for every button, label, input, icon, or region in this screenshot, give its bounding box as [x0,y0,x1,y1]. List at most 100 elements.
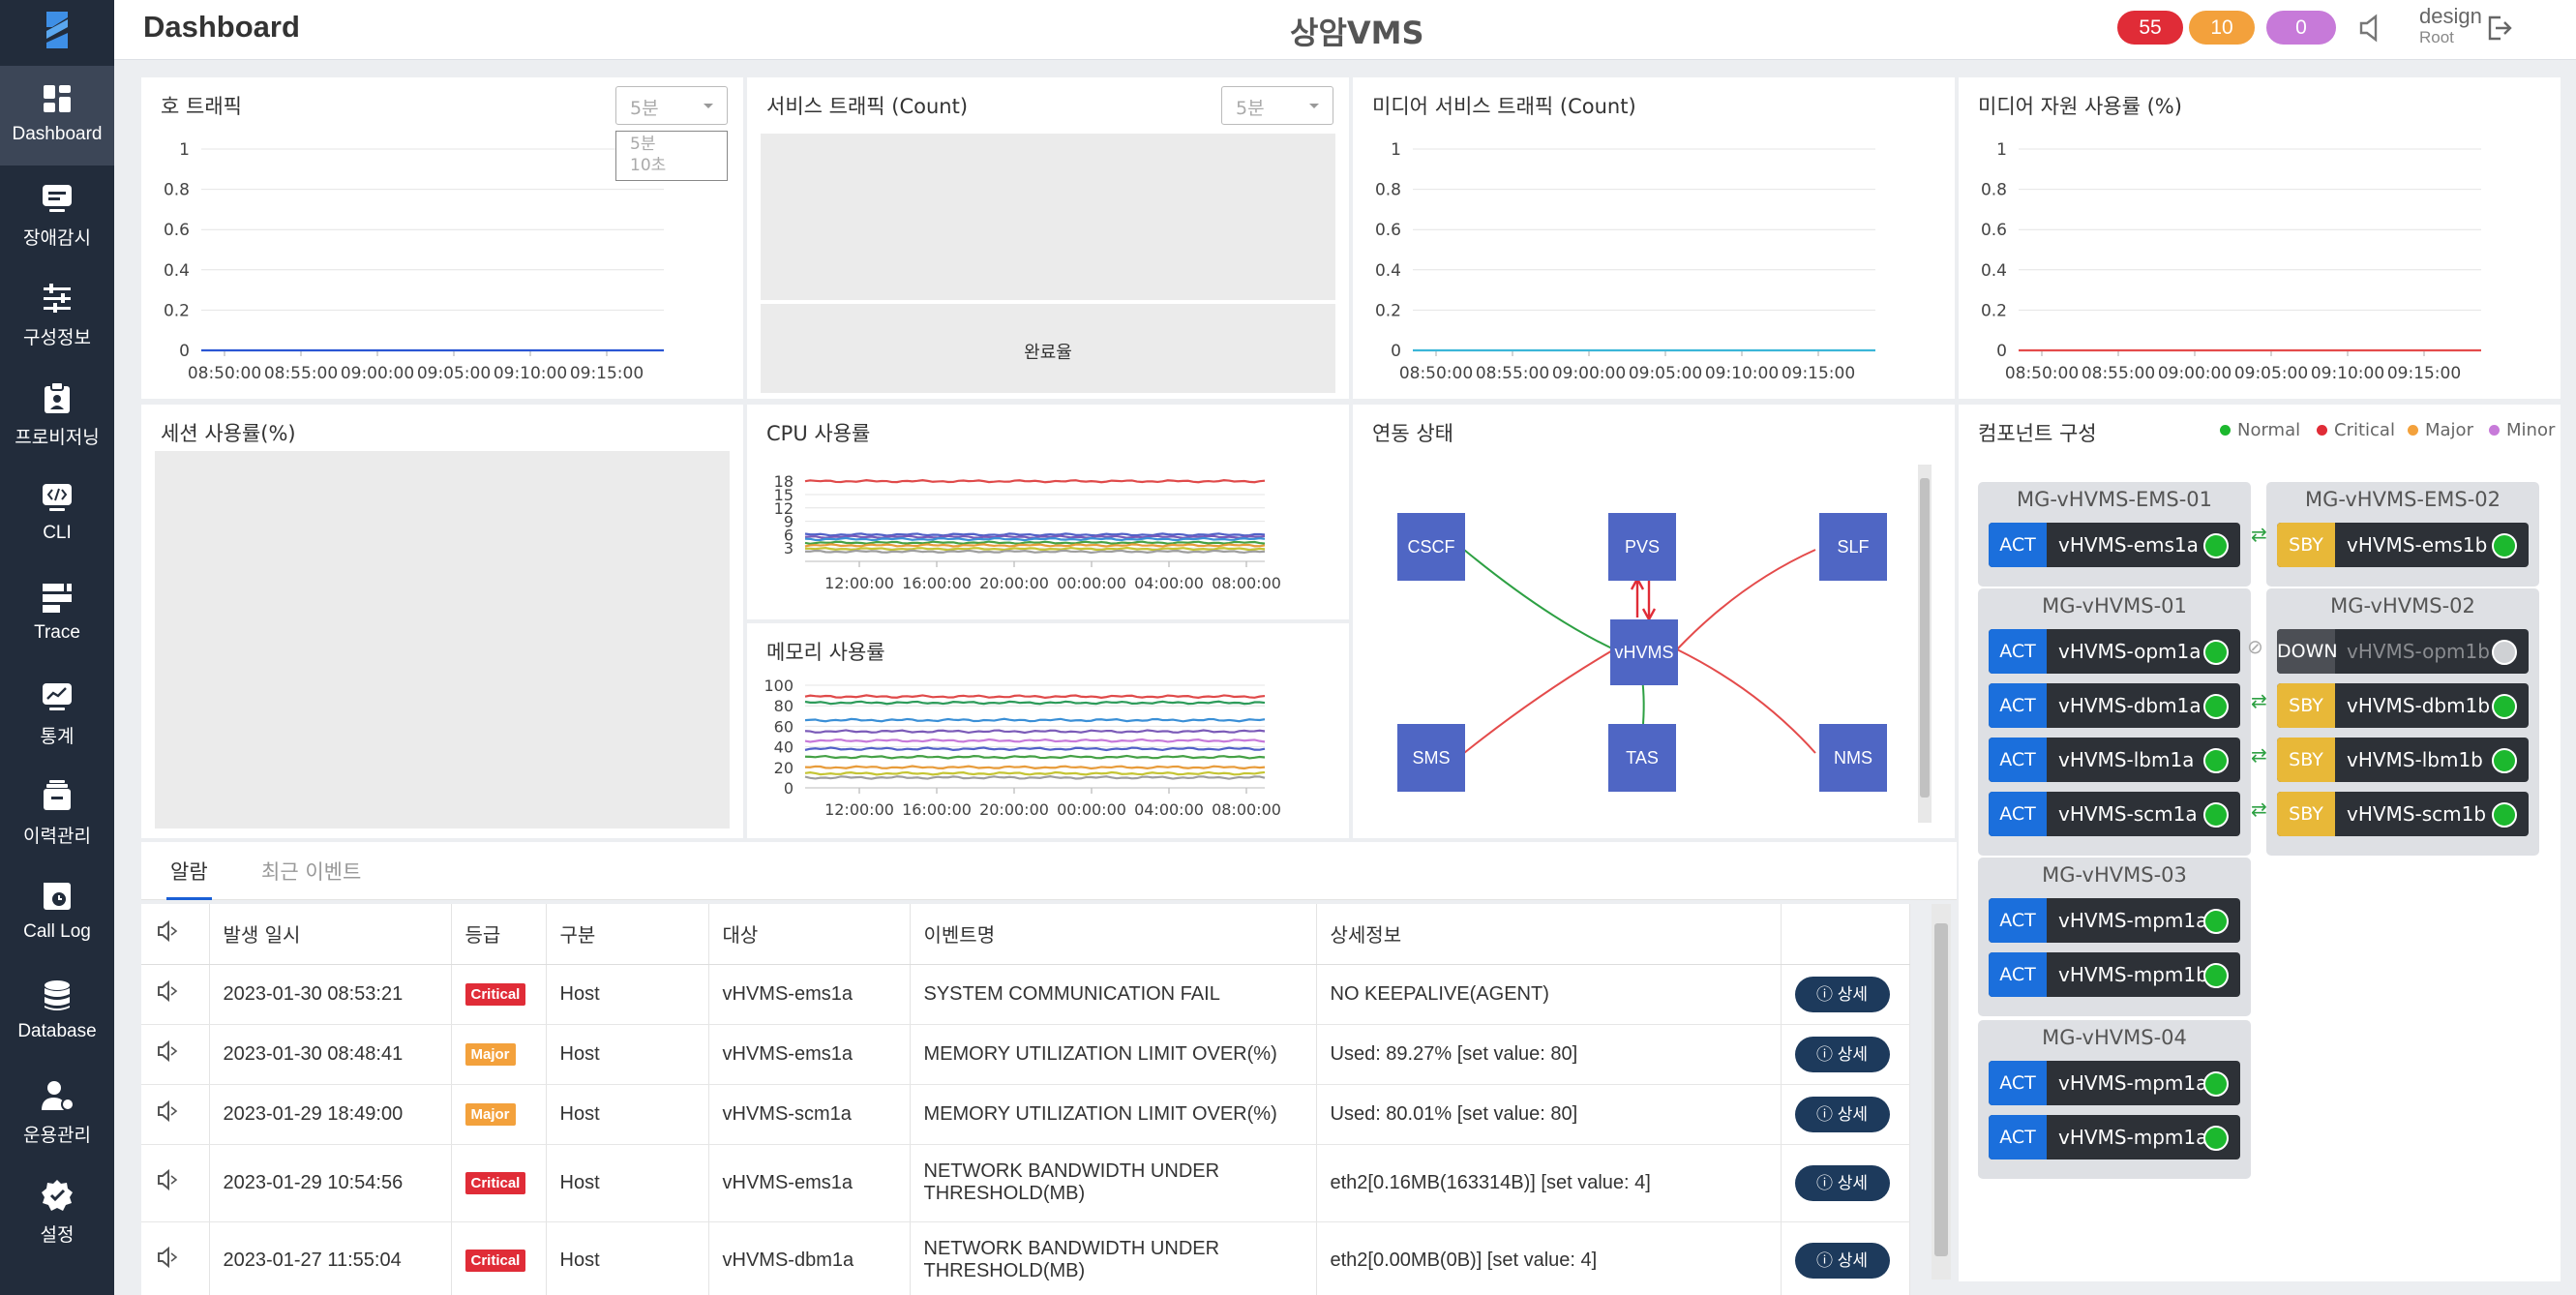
sidebar-item-settings[interactable]: 설정 [0,1162,114,1262]
link-node-tas[interactable]: TAS [1608,724,1676,792]
mute-cell[interactable] [141,1221,210,1295]
speaker-icon[interactable] [155,1245,180,1270]
component-node[interactable]: SBY vHVMS-dbm1b [2277,683,2529,728]
sidebar-item-code[interactable]: CLI [0,465,114,564]
sidebar-item-calllog[interactable]: Call Log [0,863,114,963]
mute-cell[interactable] [141,1024,210,1085]
detail-button[interactable]: ⓘ 상세 [1794,1096,1890,1132]
cell-type: Host [546,1024,709,1085]
detail-button-label: 상세 [1837,1044,1868,1064]
node-state-badge: ACT [1989,1061,2047,1105]
mute-cell[interactable] [141,1084,210,1145]
link-node-sms[interactable]: SMS [1397,724,1465,792]
service-traffic-interval-select[interactable]: 5분 [1221,86,1333,125]
interval-option-10s[interactable]: 10초 [630,155,713,176]
user-role: Root [2419,28,2454,46]
minor-count-badge[interactable]: 0 [2266,11,2336,45]
sidebar-item-provision[interactable]: 프로비저닝 [0,365,114,465]
sidebar-item-sliders[interactable]: 구성정보 [0,265,114,365]
speaker-icon[interactable] [155,979,180,1004]
history-icon [44,780,71,810]
major-count-badge[interactable]: 10 [2189,11,2255,45]
component-node[interactable]: ACT vHVMS-mpm1a [1989,1061,2240,1105]
sidebar-item-label: CLI [43,523,72,543]
table-row[interactable]: 2023-01-30 08:53:21 Critical Host vHVMS-ems… [141,964,1910,1025]
component-node[interactable]: SBY vHVMS-lbm1b [2277,738,2529,782]
cell-target: vHVMS-ems1a [708,1024,911,1085]
x-tick-label: 09:05:00 [1629,364,1702,383]
header-grade[interactable]: 등급 [451,904,547,965]
sidebar-item-operator[interactable]: 운용관리 [0,1063,114,1162]
table-row[interactable]: 2023-01-29 10:54:56 Critical Host vHVMS-ems… [141,1144,1910,1222]
interval-option-5min[interactable]: 5분 [630,134,713,155]
component-node[interactable]: ACT vHVMS-mpm1a [1989,1115,2240,1159]
severity-badge: Critical [464,1250,526,1272]
y-tick-label: 0.8 [164,181,190,200]
sidebar-item-stats[interactable]: 통계 [0,664,114,764]
critical-count-badge[interactable]: 55 [2117,11,2183,45]
detail-button[interactable]: ⓘ 상세 [1794,1164,1890,1201]
speaker-icon[interactable] [155,1167,180,1192]
link-node-slf[interactable]: SLF [1819,513,1887,581]
sidebar-item-history[interactable]: 이력관리 [0,764,114,863]
header-type[interactable]: 구분 [546,904,709,965]
logout-icon[interactable] [2479,8,2520,48]
detail-button[interactable]: ⓘ 상세 [1794,1036,1890,1072]
mute-cell[interactable] [141,964,210,1025]
detail-button[interactable]: ⓘ 상세 [1794,1242,1890,1279]
link-node-pvs[interactable]: PVS [1608,513,1676,581]
completion-rate-label: 완료율 [1024,343,1072,363]
cell-action: ⓘ 상세 [1781,1144,1910,1222]
severity-badge: Critical [464,983,526,1006]
component-node[interactable]: ACT vHVMS-dbm1a [1989,683,2240,728]
user-name[interactable]: design [2419,4,2482,29]
node-name: vHVMS-dbm1b [2347,694,2491,717]
component-node[interactable]: ACT vHVMS-scm1a [1989,792,2240,836]
alarm-scrollbar-thumb[interactable] [1934,923,1948,1256]
component-node[interactable]: ACT vHVMS-lbm1a [1989,738,2240,782]
link-scrollbar[interactable] [1918,465,1932,823]
status-led-icon [2203,909,2229,934]
call-traffic-interval-select[interactable]: 5분 [615,86,728,125]
tab-recent-events[interactable]: 최근 이벤트 [261,842,361,900]
speaker-icon[interactable] [155,1099,180,1124]
header-target[interactable]: 대상 [708,904,911,965]
component-node[interactable]: SBY vHVMS-scm1b [2277,792,2529,836]
component-node[interactable]: SBY vHVMS-ems1b [2277,523,2529,567]
cell-event: SYSTEM COMMUNICATION FAIL [910,964,1317,1025]
component-node[interactable]: DOWN vHVMS-opm1b [2277,629,2529,674]
interval-dropdown[interactable]: 5분 10초 [615,131,728,181]
speaker-icon[interactable] [2352,8,2393,48]
sidebar-item-monitor[interactable]: 장애감시 [0,166,114,265]
status-led-icon [2203,802,2229,828]
header-event[interactable]: 이벤트명 [910,904,1317,965]
speaker-icon[interactable] [155,919,180,944]
component-node[interactable]: ACT vHVMS-mpm1b [1989,952,2240,997]
link-node-nms[interactable]: NMS [1819,724,1887,792]
sidebar-item-dashboard[interactable]: Dashboard [0,66,114,166]
table-row[interactable]: 2023-01-29 18:49:00 Major Host vHVMS-scm1a M… [141,1084,1910,1145]
header-detail[interactable]: 상세정보 [1316,904,1782,965]
y-tick-label: 0.6 [164,221,190,240]
table-row[interactable]: 2023-01-27 11:55:04 Critical Host vHVMS-dbm… [141,1221,1910,1295]
series-line [804,540,1266,545]
link-node-cscf[interactable]: CSCF [1397,513,1465,581]
tab-alarm[interactable]: 알람 [166,842,212,900]
component-node[interactable]: ACT vHVMS-opm1a [1989,629,2240,674]
speaker-icon[interactable] [155,1039,180,1064]
session-title: 세션 사용률(%) [161,422,296,445]
mute-header[interactable] [141,904,210,965]
header-time[interactable]: 발생 일시 [209,904,452,965]
component-node[interactable]: ACT vHVMS-ems1a [1989,523,2240,567]
legend-label: Major [2425,420,2473,440]
link-scrollbar-thumb[interactable] [1920,478,1930,798]
component-node[interactable]: ACT vHVMS-mpm1a [1989,898,2240,943]
mute-cell[interactable] [141,1144,210,1222]
detail-button[interactable]: ⓘ 상세 [1794,976,1890,1012]
link-node-vhvms[interactable]: vHVMS [1610,619,1678,685]
alarm-scrollbar[interactable] [1932,904,1951,1280]
sidebar-item-database[interactable]: Database [0,963,114,1063]
table-row[interactable]: 2023-01-30 08:48:41 Major Host vHVMS-ems1a M… [141,1024,1910,1085]
y-tick-label: 0.4 [1981,261,2007,281]
sidebar-item-trace[interactable]: Trace [0,564,114,664]
